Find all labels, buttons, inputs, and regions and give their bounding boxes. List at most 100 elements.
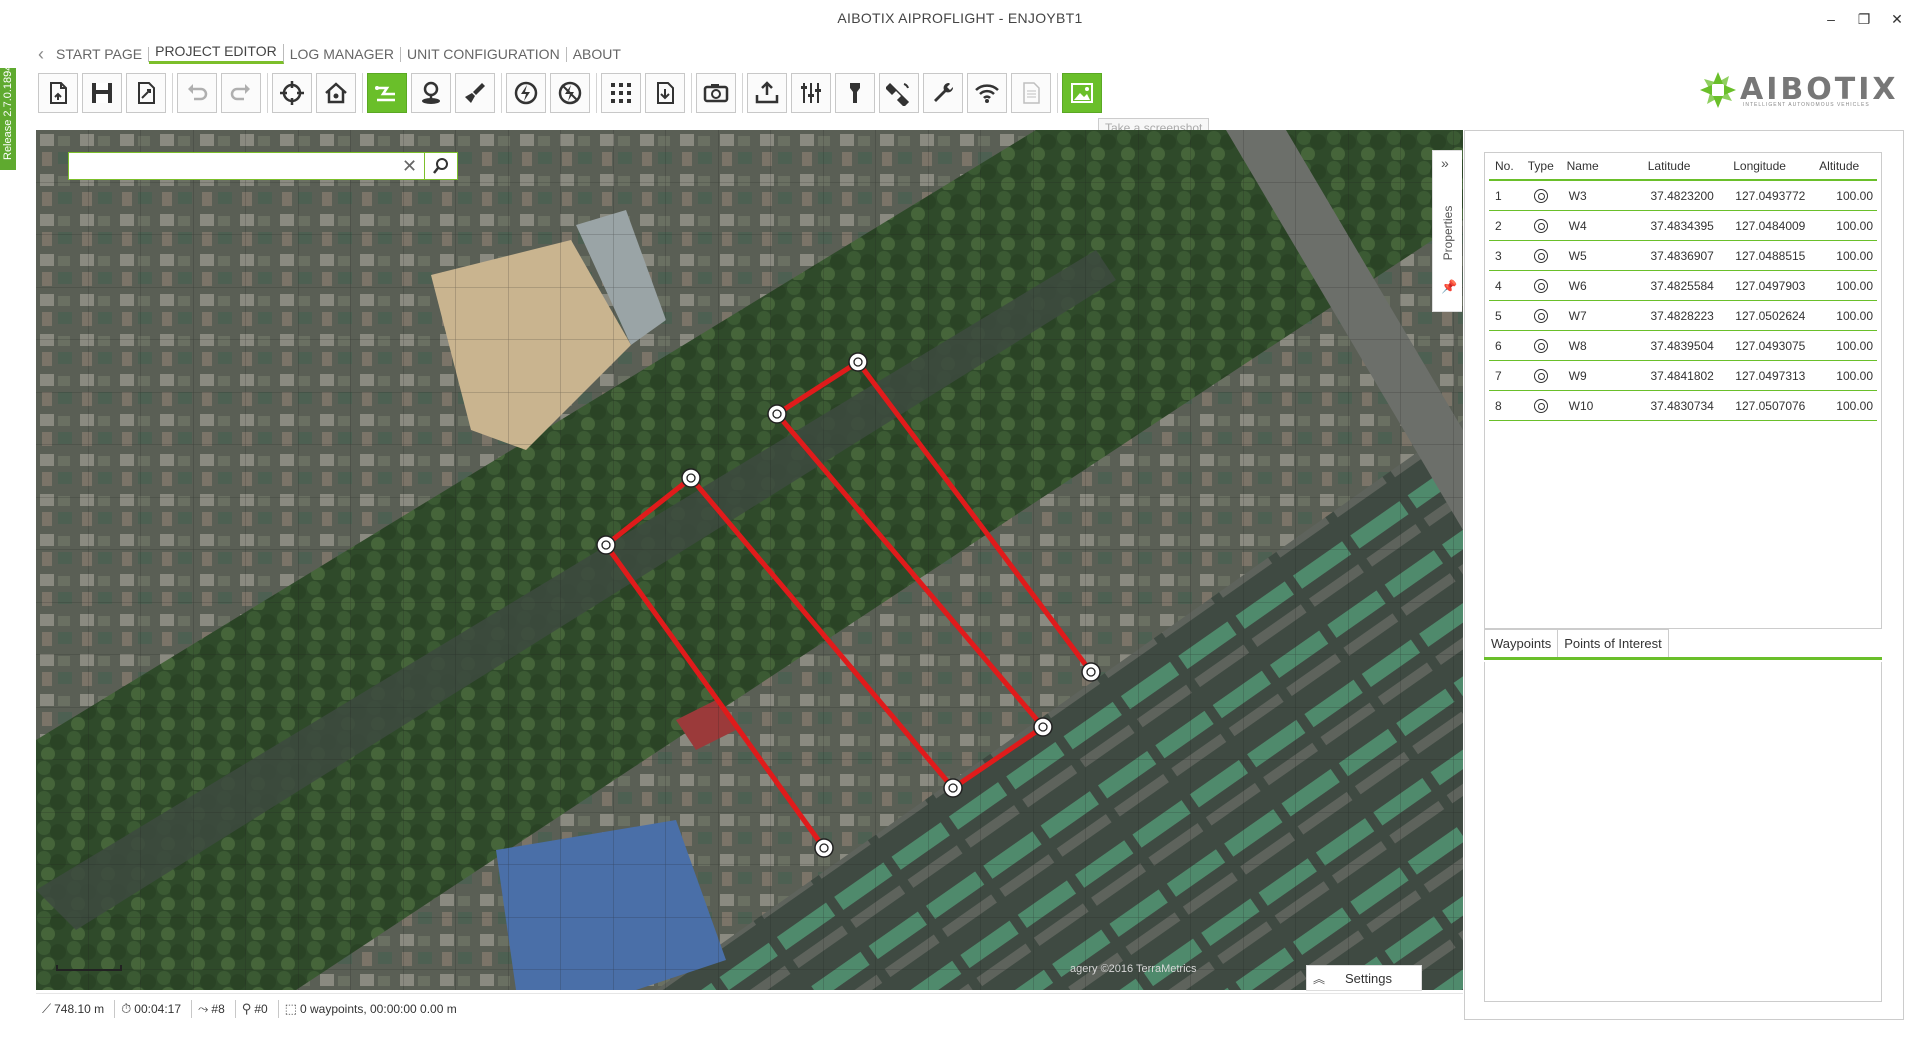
waypoint-marker[interactable] [848, 352, 868, 372]
camera-icon [703, 84, 729, 103]
gps-button[interactable] [879, 73, 919, 113]
nav-log-manager[interactable]: LOG MANAGER [284, 46, 401, 62]
waypoint-marker[interactable] [596, 535, 616, 555]
tab-points-of-interest[interactable]: Points of Interest [1557, 629, 1669, 657]
status-selection: ⬚ 0 waypoints, 00:00:00 0.00 m [279, 1000, 467, 1018]
waypoint-count: #8 [211, 1001, 225, 1016]
waypoint-type [1521, 248, 1561, 263]
flashlight-icon [850, 83, 860, 103]
lightning-circle-icon [514, 81, 538, 105]
waypoint-marker[interactable] [681, 468, 701, 488]
screenshot-button[interactable] [1062, 73, 1102, 113]
waypoint-type-icon [1533, 248, 1548, 263]
map-view[interactable]: agery ©2016 TerraMetrics [36, 130, 1463, 990]
panel-tabs: Waypoints Points of Interest [1484, 629, 1882, 660]
pin-icon[interactable]: 📌 [1441, 279, 1457, 295]
redo-button[interactable] [221, 73, 261, 113]
save-as-button[interactable] [126, 73, 166, 113]
header-type[interactable]: Type [1521, 159, 1561, 173]
grid-dots-icon [611, 83, 631, 103]
table-row[interactable]: 3 W5 37.4836907 127.0488515 100.00 [1489, 241, 1877, 271]
table-row[interactable]: 6 W8 37.4839504 127.0493075 100.00 [1489, 331, 1877, 361]
grid-pattern-button[interactable] [601, 73, 641, 113]
home-button[interactable] [316, 73, 356, 113]
wrench-icon [934, 82, 954, 102]
waypoint-altitude: 100.00 [1836, 398, 1873, 413]
table-row[interactable]: 2 W4 37.4834395 127.0484009 100.00 [1489, 211, 1877, 241]
search-icon[interactable] [427, 156, 455, 176]
close-button[interactable]: ✕ [1882, 8, 1912, 30]
power-line-button[interactable] [506, 73, 546, 113]
header-longitude[interactable]: Longitude [1714, 159, 1806, 173]
nav-project-editor[interactable]: PROJECT EDITOR [149, 44, 284, 64]
properties-tab[interactable]: » Properties 📌 [1432, 150, 1462, 312]
wifi-button[interactable] [967, 73, 1007, 113]
upload-tray-icon [755, 81, 779, 104]
tab-waypoints[interactable]: Waypoints [1484, 629, 1559, 657]
brush-icon [465, 83, 485, 103]
selection-icon: ⬚ [284, 1000, 297, 1016]
waypoint-type-icon [1533, 308, 1548, 323]
stopwatch-icon: ⏱ [121, 1000, 132, 1016]
clear-icon[interactable]: ✕ [395, 153, 425, 179]
lightning-crossed-icon [558, 81, 582, 105]
new-project-button[interactable] [38, 73, 78, 113]
header-altitude[interactable]: Altitude [1805, 159, 1877, 173]
table-row[interactable]: 8 W10 37.4830734 127.0507076 100.00 [1489, 391, 1877, 421]
double-chevron-right-icon[interactable]: » [1441, 155, 1449, 171]
point-of-interest-button[interactable] [411, 73, 451, 113]
camera-button[interactable] [696, 73, 736, 113]
chevron-left-icon[interactable]: ‹ [38, 45, 44, 63]
nav-start-page[interactable]: START PAGE [50, 46, 150, 62]
waypoint-longitude: 127.0507076 [1735, 398, 1806, 413]
settings-toggle[interactable]: ︽ Settings [1306, 965, 1422, 991]
clear-route-button[interactable] [455, 73, 495, 113]
waypoint-altitude: 100.00 [1836, 218, 1873, 233]
flight-route[interactable] [36, 130, 1463, 990]
waypoint-altitude: 100.00 [1836, 338, 1873, 353]
route-line[interactable] [603, 359, 1093, 850]
table-row[interactable]: 5 W7 37.4828223 127.0502624 100.00 [1489, 301, 1877, 331]
waypoint-marker[interactable] [767, 404, 787, 424]
waypoint-no: 6 [1495, 338, 1502, 353]
export-button[interactable] [747, 73, 787, 113]
waypoint-mode-button[interactable] [367, 73, 407, 113]
nav-about[interactable]: ABOUT [567, 46, 627, 62]
table-row[interactable]: 7 W9 37.4841802 127.0497313 100.00 [1489, 361, 1877, 391]
save-button[interactable] [82, 73, 122, 113]
waypoint-marker[interactable] [814, 838, 834, 858]
import-button[interactable] [645, 73, 685, 113]
waypoint-latitude: 37.4834395 [1650, 218, 1714, 233]
waypoint-marker[interactable] [1081, 662, 1101, 682]
nav-unit-configuration[interactable]: UNIT CONFIGURATION [401, 46, 567, 62]
waypoint-altitude: 100.00 [1836, 308, 1873, 323]
header-name[interactable]: Name [1561, 159, 1625, 173]
toolbar [38, 71, 1106, 115]
waypoint-name: W7 [1568, 308, 1587, 323]
undo-button[interactable] [177, 73, 217, 113]
home-icon [325, 82, 347, 104]
header-latitude[interactable]: Latitude [1624, 159, 1714, 173]
status-poi: ⚲ #0 [236, 999, 279, 1018]
map-pin-icon: ⚲ [241, 1000, 252, 1016]
waypoint-marker[interactable] [1033, 717, 1053, 737]
crosshair-icon [280, 81, 304, 105]
waypoint-longitude: 127.0484009 [1735, 218, 1806, 233]
minimize-button[interactable]: – [1816, 8, 1846, 30]
image-icon [1071, 83, 1093, 103]
flashlight-button[interactable] [835, 73, 875, 113]
status-distance: ⟋ 748.10 m [36, 999, 116, 1018]
table-row[interactable]: 1 W3 37.4823200 127.0493772 100.00 [1489, 181, 1877, 211]
tools-button[interactable] [923, 73, 963, 113]
equalizer-button[interactable] [791, 73, 831, 113]
map-search-input[interactable] [75, 156, 395, 176]
restore-button[interactable]: ❐ [1849, 8, 1879, 30]
toolbar-separator [596, 73, 597, 113]
save-as-icon [138, 82, 155, 104]
header-no[interactable]: No. [1489, 159, 1521, 173]
document-button[interactable] [1011, 73, 1051, 113]
center-map-button[interactable] [272, 73, 312, 113]
table-row[interactable]: 4 W6 37.4825584 127.0497903 100.00 [1489, 271, 1877, 301]
waypoint-marker[interactable] [943, 778, 963, 798]
power-line-2-button[interactable] [550, 73, 590, 113]
